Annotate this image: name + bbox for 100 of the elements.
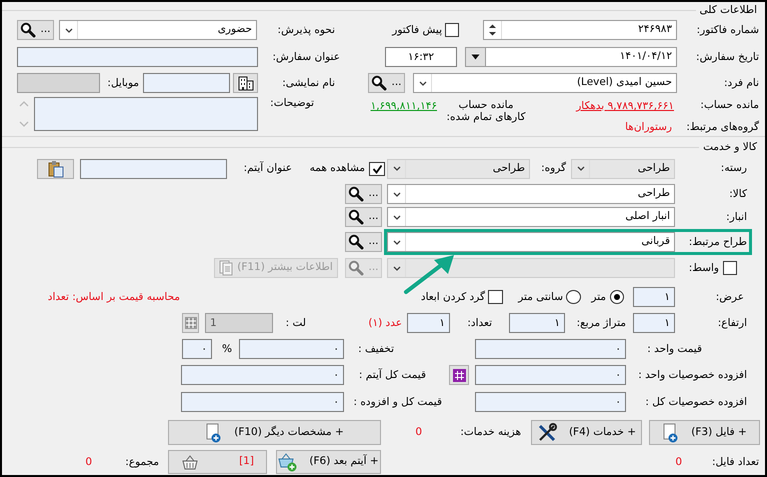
group-value: رستوران‌ها bbox=[624, 120, 672, 134]
lookup-button[interactable]: ... bbox=[345, 232, 382, 252]
tools-icon bbox=[536, 422, 557, 442]
field-label: توضیحات: bbox=[269, 97, 314, 110]
field-label: سانتی متر bbox=[516, 290, 563, 304]
caret-icon bbox=[576, 164, 586, 173]
field-label: گروه: bbox=[540, 162, 566, 175]
section-title: اطلاعات کلی bbox=[700, 4, 757, 16]
field-label: مشاهده همه bbox=[308, 162, 365, 175]
field-label: تاریخ سفارش: bbox=[695, 50, 759, 64]
field-label: گروه‌های مرتبط: bbox=[685, 120, 759, 134]
field-label: کالا: bbox=[728, 188, 747, 200]
search-icon bbox=[348, 209, 364, 225]
input-field[interactable]: ۱ bbox=[633, 287, 675, 307]
document-icon bbox=[219, 260, 234, 276]
input-field[interactable]: ۱ bbox=[633, 313, 675, 333]
field-label: نحوه پذیرش: bbox=[276, 24, 335, 36]
section-title: کالا و خدمت bbox=[703, 140, 757, 154]
field-label: قیمت کل آیتم : bbox=[358, 368, 426, 382]
grid-button[interactable] bbox=[449, 365, 469, 385]
radio-button[interactable] bbox=[610, 290, 624, 304]
next-item-button[interactable]: + آیتم بعد (F6) bbox=[276, 450, 381, 474]
field-label: عنوان آیتم: bbox=[242, 162, 292, 175]
field-label: مجموع: bbox=[124, 456, 159, 468]
input-field[interactable]: ۰ bbox=[475, 365, 626, 385]
grid-icon bbox=[452, 368, 466, 382]
field-label: متر bbox=[590, 290, 606, 304]
paste-button[interactable] bbox=[37, 158, 74, 178]
input-field[interactable]: ۰ bbox=[239, 339, 344, 359]
checkbox[interactable] bbox=[488, 290, 503, 304]
input-field[interactable] bbox=[17, 47, 258, 67]
search-icon bbox=[348, 234, 364, 250]
basket-add-icon bbox=[278, 452, 298, 472]
cart-button[interactable]: [1] bbox=[168, 450, 267, 474]
search-icon bbox=[348, 186, 364, 202]
input-field[interactable]: ۰ bbox=[475, 339, 626, 359]
input-field[interactable]: ۱ bbox=[407, 313, 450, 333]
dropdown-field[interactable]: انبار اصلی bbox=[387, 207, 675, 227]
input-field[interactable]: ۰ bbox=[181, 392, 344, 412]
field-label: هزینه خدمات: bbox=[459, 426, 521, 439]
field-label: تعداد فایل: bbox=[710, 456, 759, 468]
field-label: انبار: bbox=[725, 210, 747, 224]
building-button[interactable] bbox=[233, 73, 258, 93]
unit-label: عدد (۱) bbox=[367, 316, 402, 330]
input-field[interactable] bbox=[143, 73, 230, 93]
field-label: پیش فاکتور bbox=[390, 24, 442, 36]
lookup-button[interactable]: ... bbox=[345, 184, 382, 204]
field-label: متراژ مربع: bbox=[576, 316, 626, 330]
dropdown-field[interactable]: قربانی bbox=[387, 232, 675, 252]
balance-link[interactable]: ۹,۷۸۹,۷۳۶,۶۶۱ بدهکار bbox=[562, 99, 674, 115]
checkbox[interactable] bbox=[369, 162, 385, 176]
clipboard-icon bbox=[48, 160, 64, 178]
dropdown-field[interactable]: طراحی bbox=[387, 184, 675, 204]
lookup-button[interactable]: ... bbox=[17, 20, 54, 40]
number-field[interactable]: ۲۴۶۹۸۳ bbox=[483, 20, 677, 40]
other-specs-button[interactable]: + مشخصات دیگر (F10) bbox=[168, 420, 381, 445]
input-field[interactable]: ۱ bbox=[509, 313, 565, 333]
dropdown-field[interactable]: حضوری bbox=[59, 20, 257, 40]
input-field[interactable]: ۰ bbox=[181, 365, 344, 385]
input-field[interactable]: ۰ bbox=[182, 339, 212, 359]
field-label: قیمت کل و افزوده : bbox=[352, 396, 442, 408]
checkmark-icon bbox=[372, 164, 382, 174]
field-label: % bbox=[221, 342, 232, 356]
search-icon bbox=[371, 75, 388, 91]
caret-icon bbox=[392, 190, 402, 198]
caret-icon bbox=[392, 164, 402, 173]
field-label: شماره فاکتور: bbox=[696, 24, 759, 36]
caret-icon bbox=[392, 238, 402, 246]
price-basis-note: محاسبه قیمت بر اساس: تعداد bbox=[46, 290, 180, 304]
field-label: مانده حساب: bbox=[699, 99, 759, 112]
field-label: مانده حساب کارهای تمام شده: bbox=[446, 99, 526, 124]
dropdown-field[interactable]: حسین امیدی (Level) bbox=[413, 73, 677, 93]
field-label: افزوده خصوصیات کل : bbox=[644, 396, 747, 408]
notes-field[interactable] bbox=[34, 97, 258, 131]
date-field[interactable]: ۱۴۰۱/۰۴/۱۲ bbox=[465, 47, 677, 67]
building-icon bbox=[238, 75, 254, 91]
field-label: افزوده خصوصیات واحد : bbox=[637, 368, 747, 382]
input-field[interactable]: 1 bbox=[205, 313, 273, 333]
checkbox[interactable] bbox=[445, 23, 459, 37]
lookup-button[interactable]: ... bbox=[345, 207, 382, 227]
count-value: 0 bbox=[414, 426, 422, 439]
field-label: تخفیف : bbox=[357, 342, 394, 356]
file-button[interactable]: + فایل (F3) bbox=[649, 420, 760, 445]
field-label: نام فرد: bbox=[723, 76, 759, 90]
field-label: طراح مرتبط: bbox=[688, 236, 747, 248]
basket-icon bbox=[181, 454, 200, 470]
lookup-button[interactable]: ... bbox=[368, 73, 405, 93]
radio-button[interactable] bbox=[566, 290, 581, 304]
field-label: قیمت واحد : bbox=[646, 342, 702, 356]
services-button[interactable]: + خدمات (F4) bbox=[531, 420, 642, 445]
mobile-field[interactable] bbox=[17, 73, 100, 93]
input-field[interactable]: ۰ bbox=[475, 392, 626, 412]
input-field[interactable] bbox=[80, 158, 227, 178]
field-label: گرد کردن ابعاد bbox=[420, 290, 485, 304]
caret-icon bbox=[64, 26, 74, 34]
field-label: لت : bbox=[284, 316, 306, 330]
field-label: عرض: bbox=[714, 290, 744, 304]
time-field[interactable]: ۱۶:۳۲ bbox=[385, 47, 457, 67]
grid-icon bbox=[184, 317, 196, 329]
field-label: موبایل: bbox=[106, 76, 139, 90]
